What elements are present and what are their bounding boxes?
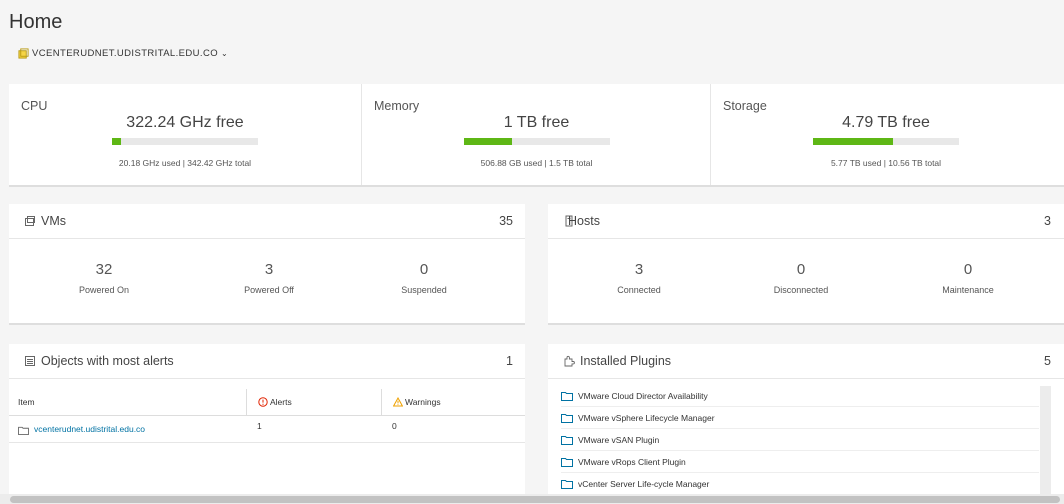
hosts-title: Hosts [568,214,600,228]
stat-label: Powered On [78,285,130,295]
memory-usage-bar [463,138,610,145]
folder-icon [561,414,573,423]
storage-summary: Storage 4.79 TB free 5.77 TB used | 10.5… [710,84,1061,185]
stat-value: 0 [963,261,973,278]
plugin-name: vCenter Server Life-cycle Manager [578,479,710,489]
stat-value: 32 [95,261,113,278]
cpu-free: 322.24 GHz free [126,114,244,131]
stat-label: Maintenance [942,285,994,295]
vms-card-header: VMs 35 [9,204,525,239]
storage-used-text: 5.77 TB used | 10.56 TB total [830,158,942,168]
hosts-disconnected[interactable]: 0 Disconnected [741,261,861,295]
alerts-table-header: Item Alerts Warnings [9,389,525,416]
plugin-icon [564,355,575,367]
plugins-count: 5 [1044,354,1051,368]
stat-value: 3 [264,261,274,278]
warnings-label: Warnings [405,397,441,407]
memory-label: Memory [374,99,420,113]
plugin-item[interactable]: VMware vSphere Lifecycle Manager [561,408,1039,429]
folder-icon [561,436,573,445]
storage-free: 4.79 TB free [842,114,930,131]
stat-label: Disconnected [773,285,829,295]
hosts-card-header: Hosts 3 [548,204,1064,239]
warning-triangle-icon [393,397,403,407]
list-icon [25,356,35,366]
alerts-card-header: Objects with most alerts 1 [9,344,525,379]
alert-count: 1 [257,421,262,431]
hosts-count: 3 [1044,214,1051,228]
stat-label: Powered Off [244,285,294,295]
stat-value: 0 [419,261,429,278]
vcenter-selector[interactable]: VCENTERUDNET.UDISTRITAL.EDU.CO ⌄ [18,48,228,59]
vms-suspended[interactable]: 0 Suspended [364,261,484,295]
plugin-item[interactable]: VMware vRops Client Plugin [561,452,1039,473]
hosts-connected[interactable]: 3 Connected [579,261,699,295]
plugins-scrollbar[interactable] [1040,386,1051,501]
plugin-item[interactable]: VMware vSAN Plugin [561,430,1039,451]
plugin-item[interactable]: vCenter Server Life-cycle Manager [561,474,1039,495]
table-row: vcenterudnet.udistrital.edu.co 1 0 [9,416,525,443]
vms-title: VMs [41,214,66,228]
stat-value: 0 [796,261,806,278]
folder-icon [561,392,573,401]
vms-count: 35 [499,214,513,228]
hosts-maintenance[interactable]: 0 Maintenance [908,261,1028,295]
alerts-count: 1 [506,354,513,368]
folder-icon [561,480,573,489]
alerts-label: Alerts [270,397,292,407]
cpu-used-text: 20.18 GHz used | 342.42 GHz total [118,158,252,168]
cpu-summary: CPU 322.24 GHz free 20.18 GHz used | 342… [9,84,361,185]
resource-summary-panel: CPU 322.24 GHz free 20.18 GHz used | 342… [9,84,1064,187]
plugin-name: VMware vSphere Lifecycle Manager [578,413,715,423]
column-header-item[interactable]: Item [18,389,35,415]
plugins-list: VMware Cloud Director Availability VMwar… [561,386,1039,496]
plugin-name: VMware vRops Client Plugin [578,457,686,467]
alerts-card: Objects with most alerts 1 Item Alerts W… [9,344,525,504]
alert-item-link[interactable]: vcenterudnet.udistrital.edu.co [18,416,145,442]
horizontal-scrollbar[interactable] [0,494,1064,504]
vcenter-name: VCENTERUDNET.UDISTRITAL.EDU.CO [32,48,219,59]
folder-icon [18,426,29,435]
vms-card: VMs 35 32 Powered On 3 Powered Off 0 Sus… [9,204,525,325]
stat-label: Connected [617,285,661,295]
alert-item-name: vcenterudnet.udistrital.edu.co [34,423,146,434]
vm-icon [25,216,35,226]
memory-used-text: 506.88 GB used | 1.5 TB total [480,158,593,168]
cpu-label: CPU [21,99,48,113]
scrollbar-thumb[interactable] [10,496,1060,503]
chevron-down-icon: ⌄ [221,49,229,58]
plugins-title: Installed Plugins [580,354,672,368]
storage-label: Storage [723,99,767,113]
hosts-card: Hosts 3 3 Connected 0 Disconnected 0 Mai… [548,204,1064,325]
stat-label: Suspended [401,285,447,295]
plugins-card-header: Installed Plugins 5 [548,344,1064,379]
memory-free: 1 TB free [503,114,570,131]
vms-powered-on[interactable]: 32 Powered On [44,261,164,295]
plugins-card: Installed Plugins 5 VMware Cloud Directo… [548,344,1064,504]
stat-value: 3 [634,261,644,278]
error-circle-icon [258,397,268,407]
column-header-warnings[interactable]: Warnings [381,389,441,415]
plugin-item[interactable]: VMware Cloud Director Availability [561,386,1039,407]
page-title: Home [9,11,63,33]
alerts-title: Objects with most alerts [41,354,174,368]
vcenter-icon [18,48,29,59]
plugin-name: VMware Cloud Director Availability [578,391,708,401]
storage-usage-bar [813,138,959,145]
folder-icon [561,458,573,467]
warning-count: 0 [392,421,397,431]
vms-powered-off[interactable]: 3 Powered Off [209,261,329,295]
column-header-alerts[interactable]: Alerts [246,389,292,415]
cpu-usage-bar [112,138,258,145]
memory-summary: Memory 1 TB free 506.88 GB used | 1.5 TB… [361,84,711,185]
plugin-name: VMware vSAN Plugin [578,435,660,445]
